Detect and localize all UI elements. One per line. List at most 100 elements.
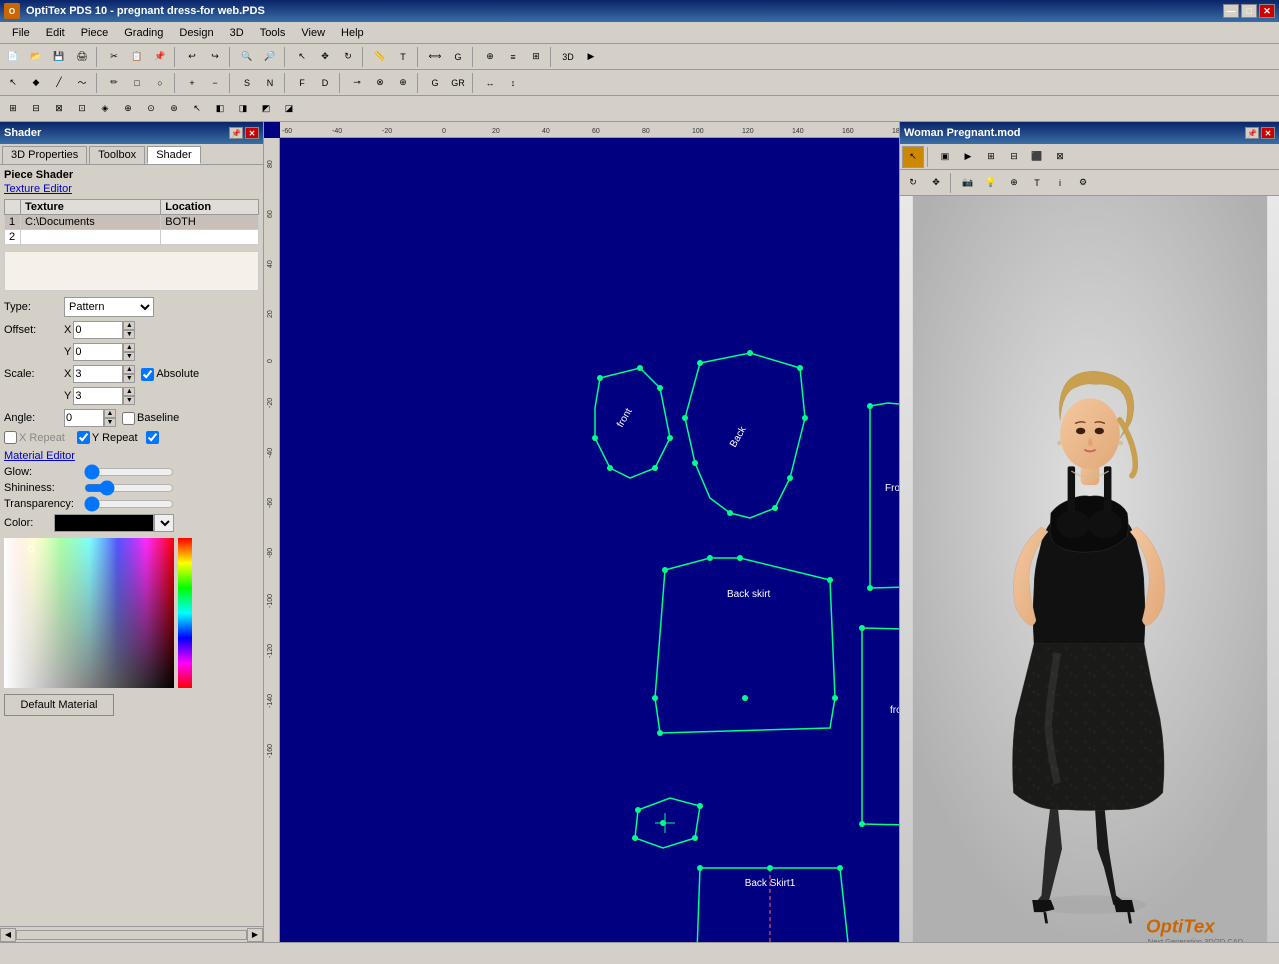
tb2-split[interactable]: ⊕: [392, 72, 414, 94]
offset-y-up[interactable]: ▲: [123, 343, 135, 352]
baseline-checkbox[interactable]: [122, 412, 135, 425]
offset-y-down[interactable]: ▼: [123, 352, 135, 361]
angle-input[interactable]: 0: [64, 409, 104, 427]
mt2-info[interactable]: i: [1049, 172, 1071, 194]
front-skirt1-piece[interactable]: front_skirt1: [859, 625, 899, 829]
absolute-checkbox[interactable]: [141, 368, 154, 381]
tb3-5[interactable]: ◈: [94, 98, 116, 120]
tb3-11[interactable]: ◨: [232, 98, 254, 120]
tb2-merge[interactable]: ⊗: [369, 72, 391, 94]
tab-3d-properties[interactable]: 3D Properties: [2, 146, 87, 164]
scale-y-up[interactable]: ▲: [123, 387, 135, 396]
tb-zoom-out[interactable]: 🔎: [259, 46, 281, 68]
row-location-2[interactable]: [161, 230, 259, 245]
row-texture-2[interactable]: [21, 230, 161, 245]
scroll-track[interactable]: [16, 930, 247, 940]
tb2-add[interactable]: +: [181, 72, 203, 94]
color-dropdown[interactable]: ▼: [154, 514, 174, 532]
tb-save[interactable]: 💾: [48, 46, 70, 68]
shininess-slider[interactable]: [84, 482, 174, 494]
scale-x-down[interactable]: ▼: [123, 374, 135, 383]
mt1-play[interactable]: ▶: [957, 146, 979, 168]
model-pin-button[interactable]: 📌: [1245, 127, 1259, 139]
mt2-pan[interactable]: ✥: [925, 172, 947, 194]
tb-cut[interactable]: ✂: [103, 46, 125, 68]
tb2-graderule[interactable]: GR: [447, 72, 469, 94]
tb-text[interactable]: T: [392, 46, 414, 68]
maximize-button[interactable]: □: [1241, 4, 1257, 18]
mt1-wire[interactable]: ⊟: [1003, 146, 1025, 168]
menu-3d[interactable]: 3D: [222, 25, 252, 41]
tb-grade[interactable]: G: [447, 46, 469, 68]
y-repeat-checkbox[interactable]: [77, 431, 90, 444]
pattern-canvas[interactable]: -60 -40 -20 0 20 40 60 80 100 120 140 16…: [264, 122, 899, 942]
material-editor-link[interactable]: Material Editor: [4, 450, 259, 462]
tb-align[interactable]: ≡: [502, 46, 524, 68]
texture-row-2[interactable]: 2: [5, 230, 259, 245]
offset-x-up[interactable]: ▲: [123, 321, 135, 330]
scale-x-up[interactable]: ▲: [123, 365, 135, 374]
left-panel-horizontal-scrollbar[interactable]: ◀ ▶: [0, 926, 263, 942]
tb3-9[interactable]: ↖: [186, 98, 208, 120]
small-piece[interactable]: [632, 798, 703, 848]
color-hue-bar[interactable]: [178, 538, 192, 688]
tb2-line[interactable]: ╱: [48, 72, 70, 94]
tb2-seam[interactable]: S: [236, 72, 258, 94]
tb3-1[interactable]: ⊞: [2, 98, 24, 120]
tb2-del[interactable]: −: [204, 72, 226, 94]
offset-y-input[interactable]: 0: [73, 343, 123, 361]
texture-row-1[interactable]: 1 C:\Documents BOTH: [5, 215, 259, 230]
mt2-light[interactable]: 💡: [980, 172, 1002, 194]
tb-3dview[interactable]: 3D: [557, 46, 579, 68]
tb2-dart[interactable]: D: [314, 72, 336, 94]
tb2-splice[interactable]: ⊸: [346, 72, 368, 94]
angle-up[interactable]: ▲: [104, 409, 116, 418]
tb-new[interactable]: 📄: [2, 46, 24, 68]
tb2-fold[interactable]: F: [291, 72, 313, 94]
close-button[interactable]: ✕: [1259, 4, 1275, 18]
tb-copy[interactable]: 📋: [126, 46, 148, 68]
tb2-rect[interactable]: □: [126, 72, 148, 94]
tb3-8[interactable]: ⊛: [163, 98, 185, 120]
tb2-draw[interactable]: ✏: [103, 72, 125, 94]
tb3-3[interactable]: ⊠: [48, 98, 70, 120]
tb2-grade2[interactable]: G: [424, 72, 446, 94]
mt2-rotate[interactable]: ↻: [902, 172, 924, 194]
angle-down[interactable]: ▼: [104, 418, 116, 427]
row-texture-1[interactable]: C:\Documents: [21, 215, 161, 230]
tb-distribute[interactable]: ⊞: [525, 46, 547, 68]
tab-toolbox[interactable]: Toolbox: [89, 146, 145, 164]
mt2-settings[interactable]: ⚙: [1072, 172, 1094, 194]
default-material-button[interactable]: Default Material: [4, 694, 114, 716]
tb-rotate[interactable]: ↻: [337, 46, 359, 68]
tb-snap[interactable]: ⊕: [479, 46, 501, 68]
tb-select[interactable]: ↖: [291, 46, 313, 68]
tab-shader[interactable]: Shader: [147, 146, 200, 164]
color-swatch[interactable]: [54, 514, 154, 532]
shader-pin-button[interactable]: 📌: [229, 127, 243, 139]
y-repeat-extra-checkbox[interactable]: [146, 431, 159, 444]
back-skirt1-piece[interactable]: Back Skirt1: [692, 865, 858, 942]
mt1-front[interactable]: ▣: [934, 146, 956, 168]
scale-y-down[interactable]: ▼: [123, 396, 135, 405]
glow-slider[interactable]: [84, 466, 174, 478]
front-skirt-piece[interactable]: Front skirt: [865, 403, 899, 593]
x-repeat-checkbox[interactable]: [4, 431, 17, 444]
model-3d-view[interactable]: OptiTex Next Generation 3D/2D CAD: [900, 196, 1279, 942]
mt1-solid[interactable]: ⬛: [1026, 146, 1048, 168]
tb2-pointer[interactable]: ↖: [2, 72, 24, 94]
tb2-circle[interactable]: ○: [149, 72, 171, 94]
tb3-4[interactable]: ⊡: [71, 98, 93, 120]
tb-measure[interactable]: 📏: [369, 46, 391, 68]
tb-move[interactable]: ✥: [314, 46, 336, 68]
color-gradient-area[interactable]: [4, 538, 174, 688]
back-bodice-piece[interactable]: Back: [660, 350, 820, 553]
model-close-button[interactable]: ✕: [1261, 127, 1275, 139]
tb-print[interactable]: 🖨: [71, 46, 93, 68]
scroll-right-btn[interactable]: ▶: [247, 928, 263, 942]
color-picker[interactable]: [4, 538, 196, 690]
menu-piece[interactable]: Piece: [73, 25, 117, 41]
row-location-1[interactable]: BOTH: [161, 215, 259, 230]
tb3-7[interactable]: ⊙: [140, 98, 162, 120]
tb-zoom-in[interactable]: 🔍: [236, 46, 258, 68]
